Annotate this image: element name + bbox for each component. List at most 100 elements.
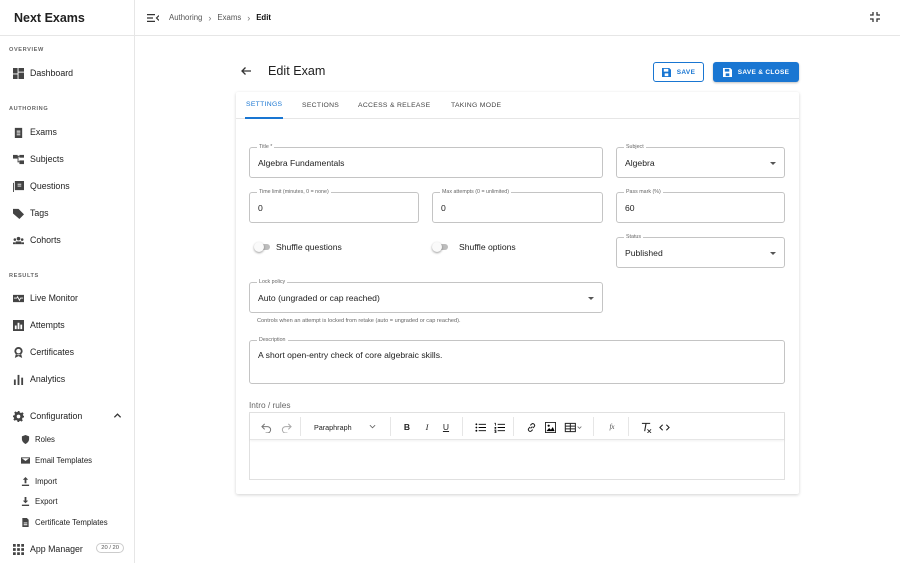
title-field-value: Algebra Fundamentals xyxy=(258,158,345,168)
numbered-list-icon[interactable] xyxy=(493,421,505,433)
sidebar-item-certificates[interactable]: Certificates xyxy=(0,341,134,363)
monitor-heart-icon xyxy=(12,292,24,304)
bold-button[interactable]: B xyxy=(402,421,412,433)
intro-rules-label: Intro / rules xyxy=(249,400,291,410)
back-arrow-icon[interactable] xyxy=(240,65,252,77)
tab-settings[interactable]: SETTINGS xyxy=(245,92,284,119)
download-icon xyxy=(20,496,30,506)
description-value: A short open-entry check of core algebra… xyxy=(258,350,443,360)
sidebar-item-label: Live Monitor xyxy=(30,293,78,303)
underline-button[interactable]: U xyxy=(441,421,451,433)
shuffle-questions-label: Shuffle questions xyxy=(276,242,342,252)
app-brand: Next Exams xyxy=(0,0,134,36)
sidebar-item-label: Export xyxy=(35,496,58,506)
sidebar-item-dashboard[interactable]: Dashboard xyxy=(0,62,134,84)
exit-fullscreen-icon[interactable] xyxy=(870,12,880,22)
bar-chart-box-icon xyxy=(12,319,24,331)
undo-icon[interactable] xyxy=(260,421,272,433)
section-title-authoring: AUTHORING xyxy=(9,106,49,112)
editor-toolbar: Paraphraph B I U fx xyxy=(250,413,784,440)
sidebar-item-configuration[interactable]: Configuration xyxy=(0,405,134,427)
sidebar-item-live-monitor[interactable]: Live Monitor xyxy=(0,287,134,309)
sidebar-item-tags[interactable]: Tags xyxy=(0,202,134,224)
save-and-close-button[interactable]: SAVE & CLOSE xyxy=(713,62,799,82)
sidebar-item-certificate-templates[interactable]: Certificate Templates xyxy=(0,513,134,531)
intro-rules-editor[interactable]: Paraphraph B I U fx xyxy=(249,412,785,480)
redo-icon[interactable] xyxy=(280,421,292,433)
sidebar-item-subjects[interactable]: Subjects xyxy=(0,148,134,170)
pass-mark-value: 60 xyxy=(625,203,635,213)
menu-collapse-icon[interactable] xyxy=(147,13,159,23)
sidebar-item-label: Attempts xyxy=(30,320,65,330)
apps-grid-icon xyxy=(12,543,24,555)
max-attempts-field[interactable]: Max attempts (0 = unlimited) 0 xyxy=(432,189,603,223)
breadcrumb-authoring[interactable]: Authoring xyxy=(169,13,202,22)
document-icon xyxy=(20,517,30,527)
shield-icon xyxy=(20,434,30,444)
subject-select[interactable]: Subject Algebra xyxy=(616,144,785,178)
sidebar-item-label: App Manager xyxy=(30,544,83,554)
page-title: Edit Exam xyxy=(268,64,326,78)
status-select[interactable]: Status Published xyxy=(616,234,785,268)
subject-select-label: Subject xyxy=(624,144,646,150)
dropdown-arrow-icon xyxy=(588,297,594,300)
lock-policy-label: Lock policy xyxy=(257,279,288,285)
sidebar-item-label: Cohorts xyxy=(30,235,61,245)
pass-mark-field[interactable]: Pass mark (%) 60 xyxy=(616,189,785,223)
gear-icon xyxy=(12,410,24,422)
table-icon[interactable] xyxy=(563,421,585,433)
description-field[interactable]: Description A short open-entry check of … xyxy=(249,337,785,384)
block-format-value: Paraphraph xyxy=(314,422,352,432)
hierarchy-icon xyxy=(12,153,24,165)
image-icon[interactable] xyxy=(544,421,556,433)
quiz-icon xyxy=(12,180,24,192)
floppy-disk-icon xyxy=(661,67,671,77)
clipboard-icon xyxy=(12,126,24,138)
block-format-select[interactable]: Paraphraph xyxy=(308,420,382,434)
time-limit-field[interactable]: Time limit (minutes, 0 = none) 0 xyxy=(249,189,419,223)
sidebar-item-cohorts[interactable]: Cohorts xyxy=(0,229,134,251)
italic-button[interactable]: I xyxy=(422,421,432,433)
status-select-value: Published xyxy=(625,248,663,258)
sidebar-item-label: Certificates xyxy=(30,347,74,357)
sidebar-item-analytics[interactable]: Analytics xyxy=(0,368,134,390)
source-code-icon[interactable] xyxy=(658,421,670,433)
shuffle-options-label: Shuffle options xyxy=(459,242,516,252)
sidebar: Next Exams OVERVIEW Dashboard AUTHORING … xyxy=(0,0,135,563)
lock-policy-value: Auto (ungraded or cap reached) xyxy=(258,293,380,303)
shuffle-questions-toggle[interactable] xyxy=(254,242,270,252)
sidebar-item-import[interactable]: Import xyxy=(0,472,134,490)
sidebar-item-export[interactable]: Export xyxy=(0,492,134,510)
save-button[interactable]: SAVE xyxy=(653,62,704,82)
sidebar-item-label: Certificate Templates xyxy=(35,517,108,527)
lock-policy-select[interactable]: Lock policy Auto (ungraded or cap reache… xyxy=(249,279,603,313)
sidebar-item-label: Dashboard xyxy=(30,68,74,78)
sidebar-item-label: Exams xyxy=(30,127,57,137)
floppy-disk-icon xyxy=(722,67,732,77)
formula-button[interactable]: fx xyxy=(605,421,619,433)
clear-formatting-icon[interactable] xyxy=(640,421,652,433)
chevron-right-icon: › xyxy=(208,12,212,23)
sidebar-item-label: Configuration xyxy=(30,411,83,421)
sidebar-item-roles[interactable]: Roles xyxy=(0,430,134,448)
email-icon xyxy=(20,455,30,465)
max-attempts-value: 0 xyxy=(441,203,446,213)
sidebar-item-questions[interactable]: Questions xyxy=(0,175,134,197)
sidebar-item-app-manager[interactable]: App Manager 20 / 20 xyxy=(0,538,134,560)
sidebar-item-attempts[interactable]: Attempts xyxy=(0,314,134,336)
tab-sections[interactable]: SECTIONS xyxy=(302,92,339,119)
tab-taking-mode[interactable]: TAKING MODE xyxy=(451,92,501,119)
sidebar-item-exams[interactable]: Exams xyxy=(0,121,134,143)
dropdown-arrow-icon xyxy=(770,252,776,255)
time-limit-value: 0 xyxy=(258,203,263,213)
link-icon[interactable] xyxy=(525,421,537,433)
tab-access-release[interactable]: ACCESS & RELEASE xyxy=(358,92,430,119)
breadcrumb-exams[interactable]: Exams xyxy=(217,13,241,22)
upload-icon xyxy=(20,476,30,486)
sidebar-item-email-templates[interactable]: Email Templates xyxy=(0,451,134,469)
dropdown-arrow-icon xyxy=(770,162,776,165)
title-field[interactable]: Title * Algebra Fundamentals xyxy=(249,144,603,178)
chevron-up-icon[interactable] xyxy=(113,411,122,420)
shuffle-options-toggle[interactable] xyxy=(432,242,448,252)
bullet-list-icon[interactable] xyxy=(474,421,486,433)
